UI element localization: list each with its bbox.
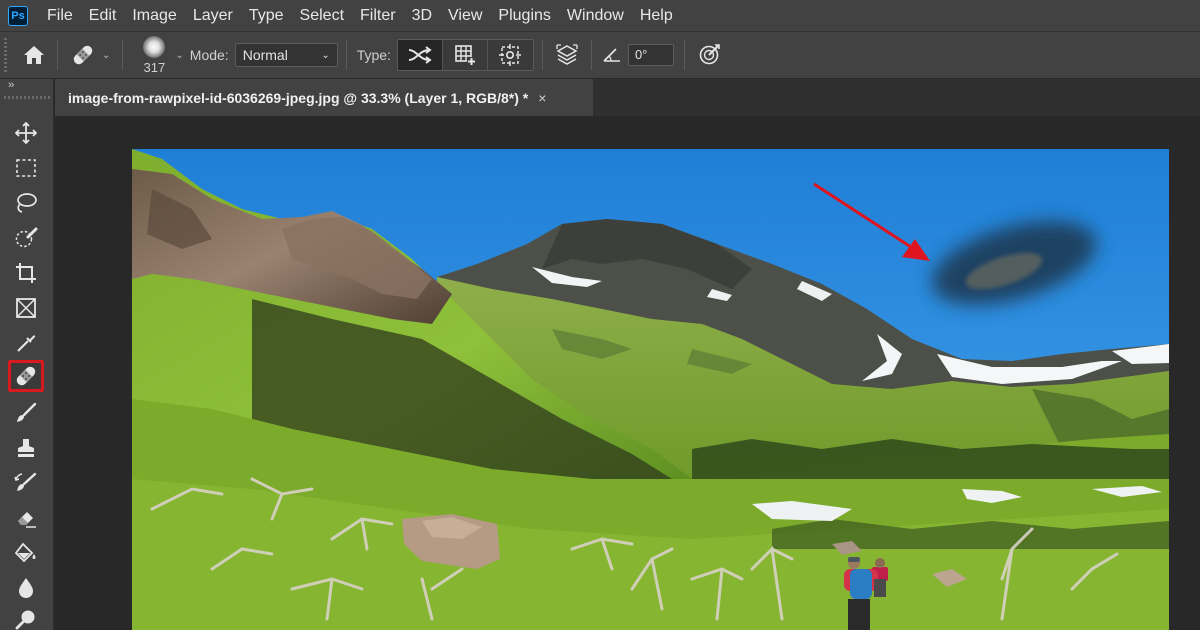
history-brush-icon xyxy=(14,472,37,491)
document-tab[interactable]: image-from-rawpixel-id-6036269-jpeg.jpg … xyxy=(55,79,593,116)
menu-help[interactable]: Help xyxy=(632,0,681,31)
separator xyxy=(683,40,685,70)
stamp-icon xyxy=(18,439,34,457)
menu-layer[interactable]: Layer xyxy=(185,0,241,31)
pressure-size-button[interactable] xyxy=(691,39,727,71)
lasso-icon xyxy=(17,193,37,213)
home-icon xyxy=(24,46,44,64)
brush-tool[interactable] xyxy=(8,397,44,429)
paint-bucket-icon xyxy=(14,542,36,563)
proximity-match-button[interactable] xyxy=(397,40,443,70)
close-icon[interactable]: × xyxy=(538,90,546,106)
angle-icon xyxy=(603,48,620,62)
paint-bucket-tool[interactable] xyxy=(8,537,44,569)
separator xyxy=(345,40,347,70)
blur-tool[interactable] xyxy=(8,572,44,604)
home-button[interactable] xyxy=(17,39,51,71)
separator xyxy=(541,40,543,70)
water-drop-icon xyxy=(19,578,33,598)
menu-window[interactable]: Window xyxy=(559,0,632,31)
mode-label: Mode: xyxy=(189,47,229,63)
quick-selection-icon xyxy=(15,227,38,248)
layers-stack-icon xyxy=(556,44,578,65)
quick-selection-tool[interactable] xyxy=(8,222,44,254)
menu-image[interactable]: Image xyxy=(124,0,184,31)
crop-icon xyxy=(16,263,36,283)
chevron-down-icon: ⌄ xyxy=(321,49,330,61)
mode-select[interactable]: Normal ⌄ xyxy=(234,43,338,67)
type-button-group xyxy=(396,39,534,71)
move-icon xyxy=(15,122,37,144)
menu-view[interactable]: View xyxy=(440,0,490,31)
menu-3d[interactable]: 3D xyxy=(404,0,440,31)
separator xyxy=(57,40,58,70)
collapse-panel-icon[interactable]: ›› xyxy=(8,79,14,91)
mountain-landscape-photo xyxy=(132,149,1169,630)
menu-bar: Ps File Edit Image Layer Type Select Fil… xyxy=(0,0,1200,31)
separator xyxy=(590,40,592,70)
chevron-down-icon: ⌄ xyxy=(102,49,111,61)
menu-plugins[interactable]: Plugins xyxy=(490,0,558,31)
canvas-area[interactable] xyxy=(55,116,1200,630)
brush-icon xyxy=(17,402,37,422)
brush-preset-picker[interactable]: 317 xyxy=(143,35,166,75)
pressure-pen-icon xyxy=(699,44,720,65)
create-texture-button[interactable] xyxy=(442,40,488,70)
crop-tool[interactable] xyxy=(8,257,44,289)
proximity-match-icon xyxy=(408,46,432,64)
options-bar-grip[interactable] xyxy=(4,38,7,72)
bandage-icon xyxy=(73,45,93,65)
frame-icon xyxy=(16,298,36,318)
mode-select-value: Normal xyxy=(242,47,288,63)
document-tab-title: image-from-rawpixel-id-6036269-jpeg.jpg … xyxy=(68,89,529,106)
menu-filter[interactable]: Filter xyxy=(352,0,404,31)
dodge-tool[interactable] xyxy=(8,604,44,630)
eraser-tool[interactable] xyxy=(8,502,44,534)
eraser-icon xyxy=(18,512,36,528)
marquee-icon xyxy=(16,159,36,177)
sample-all-layers-button[interactable] xyxy=(549,39,585,71)
brush-size-value: 317 xyxy=(143,59,166,75)
lasso-tool[interactable] xyxy=(8,187,44,219)
tools-panel: ›› xyxy=(0,79,54,630)
rectangular-marquee-tool[interactable] xyxy=(8,152,44,184)
texture-grid-icon xyxy=(455,45,476,65)
spot-healing-brush-icon xyxy=(16,366,36,386)
document-tab-strip: image-from-rawpixel-id-6036269-jpeg.jpg … xyxy=(55,79,1200,116)
angle-input[interactable]: 0° xyxy=(627,44,674,66)
eyedropper-icon xyxy=(17,335,36,352)
menu-select[interactable]: Select xyxy=(292,0,352,31)
frame-tool[interactable] xyxy=(8,292,44,324)
spot-healing-brush-tool[interactable] xyxy=(8,360,44,392)
separator xyxy=(122,40,124,70)
dodge-icon xyxy=(15,610,35,630)
menu-edit[interactable]: Edit xyxy=(81,0,125,31)
move-tool[interactable] xyxy=(8,117,44,149)
type-label: Type: xyxy=(356,47,391,63)
options-bar: ⌄ 317 ⌄ Mode: Normal ⌄ Type: 0° xyxy=(0,31,1200,79)
menu-file[interactable]: File xyxy=(39,0,81,31)
content-aware-icon xyxy=(499,44,522,66)
clone-stamp-tool[interactable] xyxy=(8,432,44,464)
brush-tip-icon xyxy=(143,35,166,58)
tool-preset-picker[interactable]: ⌄ xyxy=(70,42,110,68)
menu-type[interactable]: Type xyxy=(241,0,292,31)
photoshop-logo-icon[interactable]: Ps xyxy=(8,5,28,26)
chevron-down-icon[interactable]: ⌄ xyxy=(175,50,183,61)
eyedropper-tool[interactable] xyxy=(8,327,44,359)
history-brush-tool[interactable] xyxy=(8,467,44,499)
content-aware-button[interactable] xyxy=(487,40,533,70)
tools-panel-grip[interactable] xyxy=(4,96,50,99)
document-canvas-image[interactable] xyxy=(132,149,1169,630)
